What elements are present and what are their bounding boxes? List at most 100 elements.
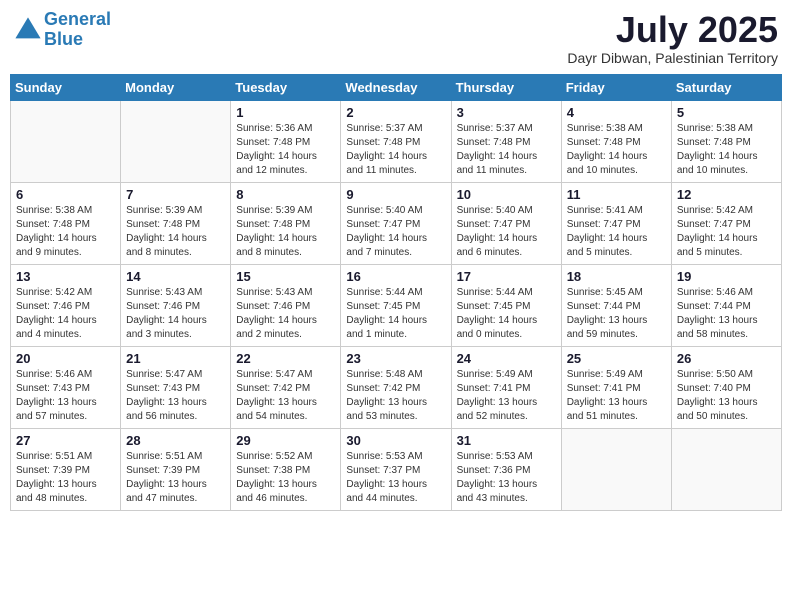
day-info: Sunrise: 5:47 AM Sunset: 7:42 PM Dayligh… <box>236 368 335 424</box>
day-number: 11 <box>567 187 666 202</box>
day-info: Sunrise: 5:39 AM Sunset: 7:48 PM Dayligh… <box>126 204 225 260</box>
calendar-day-cell: 23 Sunrise: 5:48 AM Sunset: 7:42 PM Dayli… <box>341 346 451 428</box>
day-info: Sunrise: 5:38 AM Sunset: 7:48 PM Dayligh… <box>16 204 115 260</box>
day-info: Sunrise: 5:42 AM Sunset: 7:47 PM Dayligh… <box>677 204 776 260</box>
day-info: Sunrise: 5:48 AM Sunset: 7:42 PM Dayligh… <box>346 368 445 424</box>
calendar-week-row: 27 Sunrise: 5:51 AM Sunset: 7:39 PM Dayli… <box>11 428 782 510</box>
calendar-day-cell: 9Sunrise: 5:40 AM Sunset: 7:47 PM Daylig… <box>341 182 451 264</box>
calendar-header-row: SundayMondayTuesdayWednesdayThursdayFrid… <box>11 74 782 100</box>
day-number: 7 <box>126 187 225 202</box>
day-number: 27 <box>16 433 115 448</box>
day-number: 4 <box>567 105 666 120</box>
day-info: Sunrise: 5:50 AM Sunset: 7:40 PM Dayligh… <box>677 368 776 424</box>
calendar-day-cell: 15 Sunrise: 5:43 AM Sunset: 7:46 PM Dayli… <box>231 264 341 346</box>
day-info: Sunrise: 5:38 AM Sunset: 7:48 PM Dayligh… <box>567 122 666 178</box>
day-number: 30 <box>346 433 445 448</box>
day-info: Sunrise: 5:43 AM Sunset: 7:46 PM Dayligh… <box>236 286 335 342</box>
day-number: 26 <box>677 351 776 366</box>
day-number: 2 <box>346 105 445 120</box>
calendar-day-cell: 21Sunrise: 5:47 AM Sunset: 7:43 PM Dayli… <box>121 346 231 428</box>
day-number: 24 <box>457 351 556 366</box>
logo-text: General Blue <box>44 10 111 50</box>
calendar-day-cell: 28 Sunrise: 5:51 AM Sunset: 7:39 PM Dayli… <box>121 428 231 510</box>
calendar-week-row: 13 Sunrise: 5:42 AM Sunset: 7:46 PM Dayli… <box>11 264 782 346</box>
day-number: 14 <box>126 269 225 284</box>
logo-icon <box>14 16 42 44</box>
calendar-day-cell: 12 Sunrise: 5:42 AM Sunset: 7:47 PM Dayli… <box>671 182 781 264</box>
calendar-day-cell: 2 Sunrise: 5:37 AM Sunset: 7:48 PM Daylig… <box>341 100 451 182</box>
calendar-day-cell: 20 Sunrise: 5:46 AM Sunset: 7:43 PM Dayli… <box>11 346 121 428</box>
day-number: 22 <box>236 351 335 366</box>
calendar-day-cell: 13 Sunrise: 5:42 AM Sunset: 7:46 PM Dayli… <box>11 264 121 346</box>
day-number: 28 <box>126 433 225 448</box>
day-number: 8 <box>236 187 335 202</box>
day-number: 12 <box>677 187 776 202</box>
logo-line1: General <box>44 9 111 29</box>
location: Dayr Dibwan, Palestinian Territory <box>567 50 778 66</box>
day-info: Sunrise: 5:37 AM Sunset: 7:48 PM Dayligh… <box>457 122 556 178</box>
day-number: 23 <box>346 351 445 366</box>
calendar-day-cell: 24 Sunrise: 5:49 AM Sunset: 7:41 PM Dayli… <box>451 346 561 428</box>
day-info: Sunrise: 5:46 AM Sunset: 7:44 PM Dayligh… <box>677 286 776 342</box>
day-number: 17 <box>457 269 556 284</box>
day-info: Sunrise: 5:38 AM Sunset: 7:48 PM Dayligh… <box>677 122 776 178</box>
day-number: 19 <box>677 269 776 284</box>
calendar-day-cell: 10 Sunrise: 5:40 AM Sunset: 7:47 PM Dayli… <box>451 182 561 264</box>
day-number: 29 <box>236 433 335 448</box>
calendar-day-cell: 6 Sunrise: 5:38 AM Sunset: 7:48 PM Daylig… <box>11 182 121 264</box>
calendar-day-cell: 3Sunrise: 5:37 AM Sunset: 7:48 PM Daylig… <box>451 100 561 182</box>
weekday-header: Thursday <box>451 74 561 100</box>
day-number: 25 <box>567 351 666 366</box>
calendar-day-cell: 25 Sunrise: 5:49 AM Sunset: 7:41 PM Dayli… <box>561 346 671 428</box>
day-number: 20 <box>16 351 115 366</box>
weekday-header: Wednesday <box>341 74 451 100</box>
logo-line2: Blue <box>44 29 83 49</box>
calendar-day-cell: 14 Sunrise: 5:43 AM Sunset: 7:46 PM Dayli… <box>121 264 231 346</box>
day-info: Sunrise: 5:44 AM Sunset: 7:45 PM Dayligh… <box>346 286 445 342</box>
page-header: General Blue July 2025 Dayr Dibwan, Pale… <box>10 10 782 66</box>
calendar-week-row: 6 Sunrise: 5:38 AM Sunset: 7:48 PM Daylig… <box>11 182 782 264</box>
day-info: Sunrise: 5:49 AM Sunset: 7:41 PM Dayligh… <box>567 368 666 424</box>
calendar-day-cell: 7 Sunrise: 5:39 AM Sunset: 7:48 PM Daylig… <box>121 182 231 264</box>
calendar-day-cell: 31Sunrise: 5:53 AM Sunset: 7:36 PM Dayli… <box>451 428 561 510</box>
calendar-week-row: 1Sunrise: 5:36 AM Sunset: 7:48 PM Daylig… <box>11 100 782 182</box>
day-info: Sunrise: 5:43 AM Sunset: 7:46 PM Dayligh… <box>126 286 225 342</box>
weekday-header: Monday <box>121 74 231 100</box>
day-info: Sunrise: 5:49 AM Sunset: 7:41 PM Dayligh… <box>457 368 556 424</box>
calendar-day-cell: 19 Sunrise: 5:46 AM Sunset: 7:44 PM Dayli… <box>671 264 781 346</box>
day-number: 10 <box>457 187 556 202</box>
calendar-day-cell: 17Sunrise: 5:44 AM Sunset: 7:45 PM Dayli… <box>451 264 561 346</box>
calendar-day-cell: 11Sunrise: 5:41 AM Sunset: 7:47 PM Dayli… <box>561 182 671 264</box>
calendar-day-cell: 27Sunrise: 5:51 AM Sunset: 7:39 PM Dayli… <box>11 428 121 510</box>
calendar-day-cell: 4 Sunrise: 5:38 AM Sunset: 7:48 PM Daylig… <box>561 100 671 182</box>
day-info: Sunrise: 5:53 AM Sunset: 7:37 PM Dayligh… <box>346 450 445 506</box>
title-block: July 2025 Dayr Dibwan, Palestinian Terri… <box>567 10 778 66</box>
day-info: Sunrise: 5:37 AM Sunset: 7:48 PM Dayligh… <box>346 122 445 178</box>
day-number: 6 <box>16 187 115 202</box>
weekday-header: Saturday <box>671 74 781 100</box>
calendar-day-cell: 5Sunrise: 5:38 AM Sunset: 7:48 PM Daylig… <box>671 100 781 182</box>
day-info: Sunrise: 5:45 AM Sunset: 7:44 PM Dayligh… <box>567 286 666 342</box>
day-info: Sunrise: 5:52 AM Sunset: 7:38 PM Dayligh… <box>236 450 335 506</box>
calendar-day-cell: 26 Sunrise: 5:50 AM Sunset: 7:40 PM Dayli… <box>671 346 781 428</box>
weekday-header: Friday <box>561 74 671 100</box>
calendar-day-cell: 30 Sunrise: 5:53 AM Sunset: 7:37 PM Dayli… <box>341 428 451 510</box>
month-title: July 2025 <box>567 10 778 50</box>
day-info: Sunrise: 5:40 AM Sunset: 7:47 PM Dayligh… <box>457 204 556 260</box>
weekday-header: Tuesday <box>231 74 341 100</box>
day-info: Sunrise: 5:53 AM Sunset: 7:36 PM Dayligh… <box>457 450 556 506</box>
day-number: 13 <box>16 269 115 284</box>
day-number: 15 <box>236 269 335 284</box>
day-number: 16 <box>346 269 445 284</box>
day-info: Sunrise: 5:39 AM Sunset: 7:48 PM Dayligh… <box>236 204 335 260</box>
calendar-day-cell: 18Sunrise: 5:45 AM Sunset: 7:44 PM Dayli… <box>561 264 671 346</box>
calendar-day-cell <box>11 100 121 182</box>
calendar-week-row: 20 Sunrise: 5:46 AM Sunset: 7:43 PM Dayli… <box>11 346 782 428</box>
day-info: Sunrise: 5:42 AM Sunset: 7:46 PM Dayligh… <box>16 286 115 342</box>
calendar-day-cell <box>121 100 231 182</box>
day-info: Sunrise: 5:46 AM Sunset: 7:43 PM Dayligh… <box>16 368 115 424</box>
weekday-header: Sunday <box>11 74 121 100</box>
day-info: Sunrise: 5:51 AM Sunset: 7:39 PM Dayligh… <box>126 450 225 506</box>
calendar-day-cell: 29 Sunrise: 5:52 AM Sunset: 7:38 PM Dayli… <box>231 428 341 510</box>
calendar-table: SundayMondayTuesdayWednesdayThursdayFrid… <box>10 74 782 511</box>
